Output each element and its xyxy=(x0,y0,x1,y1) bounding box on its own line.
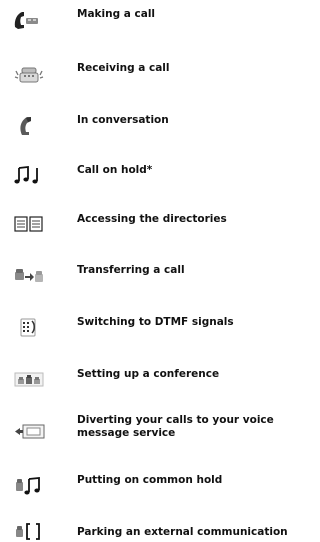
conference-icon xyxy=(12,368,46,390)
handset-icon xyxy=(12,114,46,136)
item-label: Parking an external communication xyxy=(77,526,288,538)
dtmf-icon xyxy=(12,316,46,338)
item-label: In conversation xyxy=(77,114,169,126)
park-call-icon xyxy=(12,520,46,542)
music-notes-icon xyxy=(12,164,46,186)
item-label: Transferring a call xyxy=(77,264,185,276)
item-label: Setting up a conference xyxy=(77,368,220,380)
ringing-phone-icon xyxy=(12,62,46,84)
transfer-icon xyxy=(12,264,46,286)
voicemail-divert-icon xyxy=(12,420,46,442)
directory-book-icon xyxy=(12,213,46,235)
item-label: Putting on common hold xyxy=(77,474,223,486)
common-hold-icon xyxy=(12,474,46,496)
item-label: Receiving a call xyxy=(77,62,170,74)
item-label: Making a call xyxy=(77,8,156,20)
item-label: Switching to DTMF signals xyxy=(77,316,234,328)
handset-lifted-icon xyxy=(12,8,46,30)
item-label: Call on hold* xyxy=(77,164,153,176)
item-label: Accessing the directories xyxy=(77,213,227,225)
item-label: Diverting your calls to your voice messa… xyxy=(77,414,274,439)
